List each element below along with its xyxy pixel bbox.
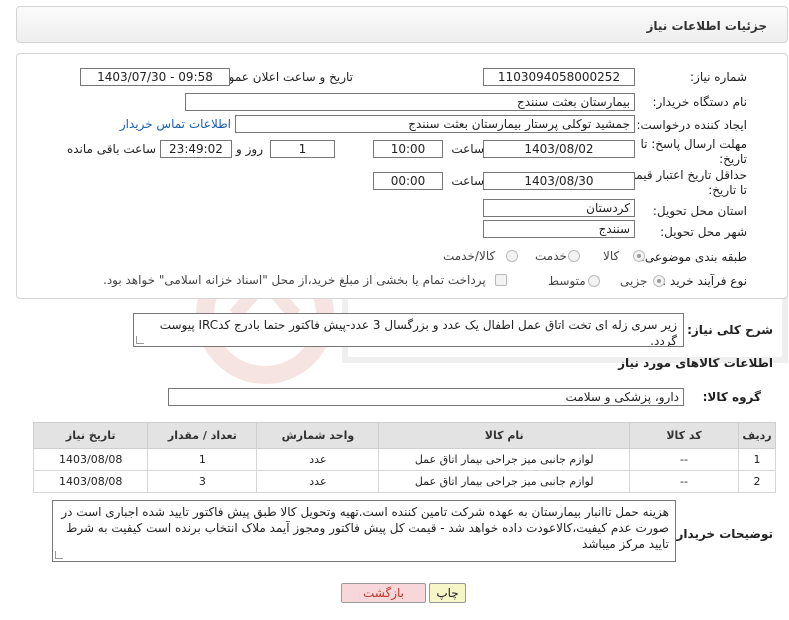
col-quantity: تعداد / مقدار: [147, 422, 258, 449]
category-radio-service[interactable]: [568, 250, 580, 262]
process-label: نوع فرآیند خرید :: [662, 274, 747, 288]
category-option-goods-service: کالا/خدمت: [443, 249, 496, 263]
buyer-notes-textarea[interactable]: هزینه حمل تاانبار بیمارستان به عهده شرکت…: [52, 500, 676, 562]
description-textarea[interactable]: زیر سری زله ای تخت اتاق عمل اطفال یک عدد…: [133, 313, 684, 347]
cell-unit: عدد: [256, 470, 380, 493]
cell-name: لوازم جانبی میز جراحی بیمار اتاق عمل: [378, 470, 631, 493]
process-radio-medium[interactable]: [588, 275, 600, 287]
goods-table-header: ردیف کد کالا نام کالا واحد شمارش تعداد /…: [32, 422, 777, 449]
validity-label: حداقل تاریخ اعتبار قیمت: تا تاریخ:: [620, 168, 747, 197]
cell-row: 2: [737, 470, 777, 493]
city-field: سنندج: [483, 220, 635, 238]
buyer-contact-link[interactable]: اطلاعات تماس خریدار: [120, 117, 231, 131]
process-option-medium: متوسط: [548, 274, 586, 288]
resize-handle-icon[interactable]: [136, 336, 144, 344]
col-unit: واحد شمارش: [256, 422, 380, 449]
category-label: طبقه بندی موضوعی:: [640, 250, 747, 264]
category-option-goods: کالا: [603, 249, 620, 263]
buyer-notes-label: توضیحات خریدار:: [671, 527, 773, 541]
remaining-label: ساعت باقی مانده: [66, 142, 156, 156]
deadline-time-label: ساعت: [451, 142, 484, 156]
cell-date: 1403/08/08: [32, 470, 149, 493]
buyer-notes-text: هزینه حمل تاانبار بیمارستان به عهده شرکت…: [61, 505, 669, 551]
validity-date-field: 1403/08/30: [483, 172, 635, 190]
description-text: زیر سری زله ای تخت اتاق عمل اطفال یک عدد…: [159, 318, 677, 347]
days-label: روز و: [236, 142, 263, 156]
col-row: ردیف: [737, 422, 777, 449]
col-date: تاریخ نیاز: [32, 422, 149, 449]
description-label: شرح کلی نیاز:: [687, 323, 773, 337]
goods-section-title: اطلاعات کالاهای مورد نیاز: [618, 356, 773, 370]
cell-row: 1: [737, 448, 777, 471]
announce-datetime-field: 1403/07/30 - 09:58: [80, 68, 230, 86]
table-row: 1 -- لوازم جانبی میز جراحی بیمار اتاق عم…: [32, 448, 777, 471]
cell-date: 1403/08/08: [32, 448, 149, 471]
print-button[interactable]: چاپ: [429, 583, 466, 603]
remaining-time-field: 23:49:02: [160, 140, 232, 158]
creator-label: ایجاد کننده درخواست:: [636, 118, 747, 132]
treasury-checkbox[interactable]: [495, 274, 507, 286]
cell-quantity: 1: [147, 448, 258, 471]
category-radio-goods[interactable]: [633, 250, 645, 262]
category-radio-goods-service[interactable]: [506, 250, 518, 262]
province-field: کردستان: [483, 199, 635, 217]
deadline-time-field: 10:00: [373, 140, 443, 158]
province-label: استان محل تحویل:: [652, 204, 747, 218]
deadline-label: مهلت ارسال پاسخ: تا تاریخ:: [640, 137, 747, 166]
deadline-date-field: 1403/08/02: [483, 140, 635, 158]
goods-group-field: دارو، پزشکی و سلامت: [168, 388, 684, 406]
validity-time-label: ساعت: [451, 174, 484, 188]
process-option-minor: جزیی: [620, 274, 648, 288]
col-code: کد کالا: [629, 422, 739, 449]
creator-field: جمشید توکلی پرستار بیمارستان بعثت سنندج: [235, 115, 635, 133]
cell-name: لوازم جانبی میز جراحی بیمار اتاق عمل: [378, 448, 631, 471]
need-number-field: 1103094058000252: [483, 68, 635, 86]
buyer-org-field: بیمارستان بعثت سنندج: [185, 93, 635, 111]
city-label: شهر محل تحویل:: [660, 225, 747, 239]
treasury-payment-note: پرداخت تمام یا بخشی از مبلغ خرید،از محل …: [103, 273, 486, 287]
col-name: نام کالا: [378, 422, 631, 449]
cell-code: --: [629, 448, 739, 471]
cell-unit: عدد: [256, 448, 380, 471]
page-title: جزئیات اطلاعات نیاز: [646, 19, 767, 33]
resize-handle-icon[interactable]: [55, 551, 63, 559]
header-panel: جزئیات اطلاعات نیاز: [16, 6, 788, 43]
cell-quantity: 3: [147, 470, 258, 493]
back-button[interactable]: بازگشت: [341, 583, 426, 603]
days-field: 1: [270, 140, 335, 158]
buyer-org-label: نام دستگاه خریدار:: [652, 95, 748, 109]
process-radio-minor[interactable]: [653, 275, 665, 287]
need-number-label: شماره نیاز:: [690, 70, 747, 84]
goods-table: ردیف کد کالا نام کالا واحد شمارش تعداد /…: [32, 422, 777, 493]
table-row: 2 -- لوازم جانبی میز جراحی بیمار اتاق عم…: [32, 470, 777, 493]
category-option-service: خدمت: [535, 249, 567, 263]
cell-code: --: [629, 470, 739, 493]
goods-group-label: گروه کالا:: [702, 390, 761, 404]
validity-time-field: 00:00: [373, 172, 443, 190]
